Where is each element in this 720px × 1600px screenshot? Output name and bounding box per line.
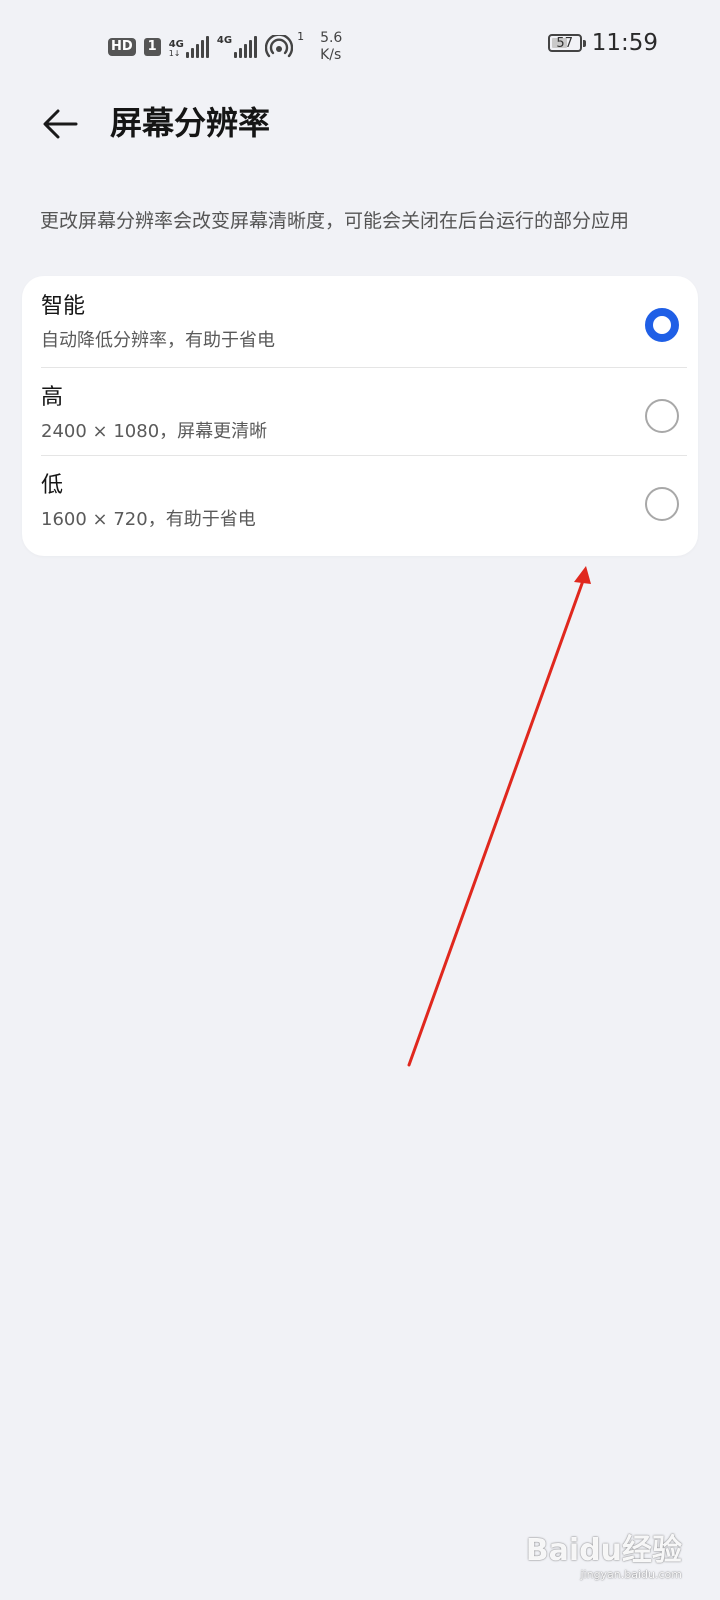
hotspot-count: 1 <box>297 30 305 43</box>
watermark-logo: Baidu经验 <box>525 1533 682 1568</box>
back-button[interactable] <box>38 102 82 146</box>
annotation-arrow <box>407 566 591 1067</box>
option-high[interactable]: 高 2400 × 1080，屏幕更清晰 <box>22 367 698 455</box>
header: 屏幕分辨率 <box>0 92 720 156</box>
resolution-options-card: 智能 自动降低分辨率，有助于省电 高 2400 × 1080，屏幕更清晰 低 1… <box>22 276 698 556</box>
page-title: 屏幕分辨率 <box>110 104 271 142</box>
sim-badge: 1 <box>143 38 161 56</box>
option-subtitle: 1600 × 720，有助于省电 <box>41 509 256 530</box>
status-bar-left: HD 1 4G 1↓ 4G 1 5.6 K/s <box>108 30 342 64</box>
option-title: 高 <box>41 385 64 410</box>
signal-1: 4G 1↓ <box>169 36 209 58</box>
annotation-arrow-head <box>574 566 591 584</box>
annotation-arrow-line <box>407 576 586 1067</box>
signal-2: 4G <box>216 35 258 58</box>
option-subtitle: 2400 × 1080，屏幕更清晰 <box>41 421 268 442</box>
option-title: 低 <box>41 473 64 498</box>
option-low[interactable]: 低 1600 × 720，有助于省电 <box>22 455 698 543</box>
radio-button[interactable] <box>645 399 679 433</box>
watermark-url: jingyan.baidu.com <box>580 1568 682 1581</box>
option-smart[interactable]: 智能 自动降低分辨率，有助于省电 <box>22 276 698 364</box>
status-bar: HD 1 4G 1↓ 4G 1 5.6 K/s 57 11:59 <box>0 0 720 90</box>
description-text: 更改屏幕分辨率会改变屏幕清晰度，可能会关闭在后台运行的部分应用 <box>40 210 630 232</box>
radio-button[interactable] <box>645 308 679 342</box>
signal-bars-icon <box>234 36 258 58</box>
option-title: 智能 <box>41 294 86 319</box>
option-subtitle: 自动降低分辨率，有助于省电 <box>41 330 275 351</box>
network-speed-value: 5.6 <box>320 30 343 46</box>
network-speed: 5.6 K/s <box>320 30 342 64</box>
radio-button[interactable] <box>645 487 679 521</box>
network-type-2: 4G <box>216 35 233 46</box>
arrow-left-icon <box>43 109 78 139</box>
signal-bars-icon <box>185 36 209 58</box>
battery-icon: 57 <box>547 34 586 52</box>
hotspot-icon <box>265 35 294 59</box>
network-activity-1: 1↓ <box>168 49 181 58</box>
status-bar-right: 57 11:59 <box>547 30 658 56</box>
clock: 11:59 <box>591 30 658 56</box>
baidu-jingyan-watermark: Baidu经验 jingyan.baidu.com <box>526 1534 682 1582</box>
network-speed-unit: K/s <box>320 47 342 63</box>
battery-level: 57 <box>556 35 573 51</box>
hd-voice-badge: HD <box>108 38 136 56</box>
